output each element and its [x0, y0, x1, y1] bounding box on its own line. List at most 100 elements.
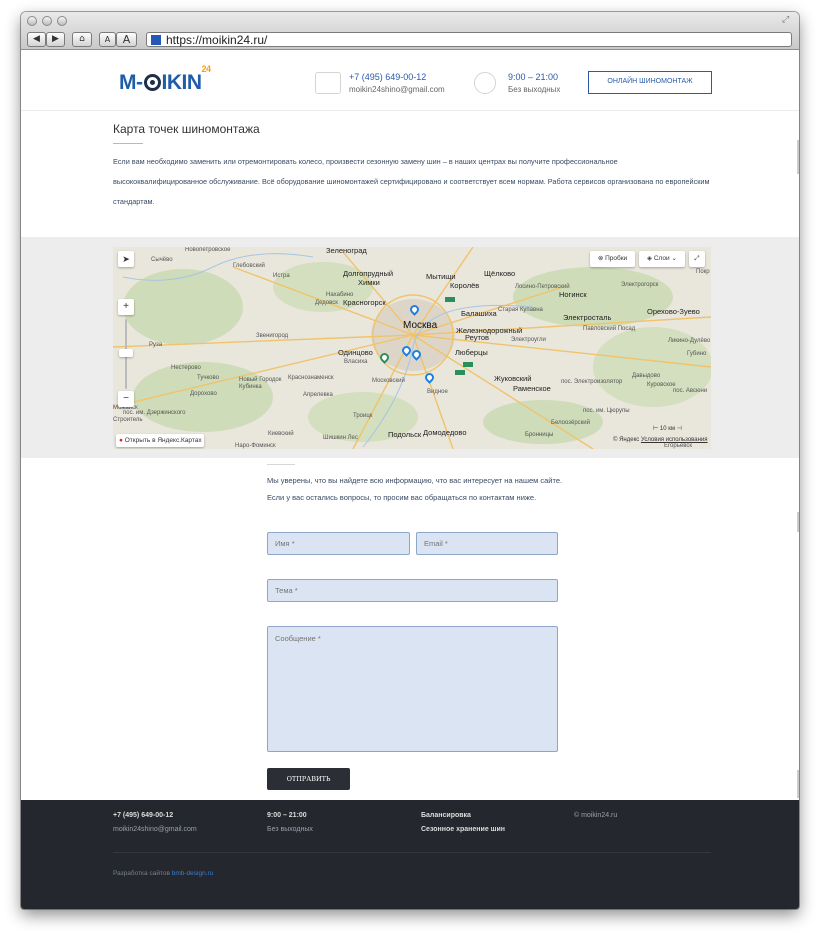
map-label: Балашиха — [461, 309, 497, 318]
map-label: Реутов — [465, 333, 490, 342]
zoom-slider-handle[interactable] — [119, 349, 133, 357]
minimize-window-button[interactable] — [42, 16, 52, 26]
map-label: пос. Электроизолятор — [561, 379, 623, 385]
open-in-yandex-link[interactable]: ● Открыть в Яндекс.Картах — [116, 434, 204, 447]
wheel-icon — [143, 74, 161, 91]
logo-text-right: IKIN — [161, 71, 203, 94]
browser-window: ⤢ ◀ ▶ ⌂ A A https://moikin24.ru/ M- IKIN … — [21, 12, 799, 909]
map-label: Домодедово — [423, 428, 467, 437]
map-label: Дедовск — [315, 300, 338, 306]
developer-link[interactable]: bmb-design.ru — [172, 870, 214, 877]
footer-copyright: © moikin24.ru — [574, 812, 618, 819]
map-label: Строитель — [113, 417, 143, 423]
map-label: Московский — [372, 378, 405, 384]
map-label: Ликино-Дулёво — [668, 338, 711, 344]
map-label: Киевский — [268, 431, 294, 437]
email-input[interactable] — [416, 532, 558, 555]
header-days: Без выходных — [508, 85, 561, 94]
map-scale: ⊢ 10 км ⊣ — [653, 426, 682, 432]
header-email[interactable]: moikin24shino@gmail.com — [349, 85, 445, 94]
open-in-yandex-label: Открыть в Яндекс.Картах — [124, 437, 202, 444]
footer-phone[interactable]: +7 (495) 649-00-12 — [113, 812, 173, 819]
map-terms-link[interactable]: Условия использования — [641, 437, 708, 443]
map-label: Электроугли — [511, 337, 546, 343]
footer-link-balancing[interactable]: Балансировка — [421, 812, 471, 819]
layers-button[interactable]: ◈ Слои ⌄ — [639, 251, 685, 267]
site-header: M- IKIN 24 +7 (495) 649-00-12 moikin24shi… — [21, 51, 799, 111]
map-label: Раменское — [513, 384, 551, 393]
alarm-clock-icon — [474, 72, 496, 94]
zoom-out-icon[interactable]: − — [118, 391, 134, 407]
map-label: Люберцы — [455, 348, 488, 357]
map-label: Губино — [687, 351, 707, 357]
map-label: Егорьевск — [664, 443, 692, 449]
traffic-button[interactable]: ⊗ Пробки — [590, 251, 635, 267]
yandex-map[interactable]: Новопетровское Зеленоград Сычёво Глебовс… — [113, 247, 711, 449]
footer-hours: 9:00 – 21:00 — [267, 812, 307, 819]
footer-email[interactable]: moikin24shino@gmail.com — [113, 826, 197, 833]
map-label: Шишкин Лес — [323, 435, 358, 441]
site-favicon — [151, 35, 161, 45]
map-label: Сычёво — [151, 257, 173, 263]
map-label: Наро-Фоминск — [235, 443, 276, 449]
map-label: Москва — [403, 320, 438, 331]
scrollbar-marker[interactable] — [797, 770, 799, 798]
address-bar[interactable]: https://moikin24.ru/ — [146, 32, 792, 47]
intro-text: Если вам необходимо заменить или отремон… — [113, 157, 710, 206]
form-divider — [267, 464, 295, 465]
map-label: Истра — [273, 273, 290, 279]
message-textarea[interactable] — [267, 626, 558, 752]
footer-link-storage[interactable]: Сезонное хранение шин — [421, 826, 505, 833]
text-larger-button[interactable]: A — [116, 32, 137, 47]
name-input[interactable] — [267, 532, 410, 555]
map-label: Мытищи — [426, 272, 456, 281]
map-label: Ногинск — [559, 290, 587, 299]
map-label: Покр — [696, 269, 710, 275]
text-smaller-button[interactable]: A — [99, 32, 116, 47]
map-label: Бронницы — [525, 432, 554, 438]
footer-credit-prefix: Разработка сайтов — [113, 870, 170, 877]
subject-input[interactable] — [267, 579, 558, 602]
zoom-window-button[interactable] — [57, 16, 67, 26]
scrollbar-marker[interactable] — [797, 140, 799, 174]
url-text[interactable]: https://moikin24.ru/ — [166, 33, 267, 47]
map-label: Звенигород — [256, 333, 289, 339]
submit-button[interactable]: ОТПРАВИТЬ — [267, 768, 350, 790]
site-logo[interactable]: M- IKIN 24 — [119, 64, 211, 95]
map-terrain — [113, 247, 711, 449]
title-divider — [113, 143, 143, 144]
road-sign — [455, 370, 465, 375]
map-label: Тучково — [197, 375, 219, 381]
map-label: Подольск — [388, 430, 422, 439]
logo-text-left: M- — [119, 71, 143, 94]
map-label: Кубинка — [239, 384, 262, 390]
page-title: Карта точек шиномонтажа — [113, 122, 260, 136]
yandex-pin-icon: ● — [119, 437, 123, 444]
forward-arrow-icon[interactable]: ▶ — [46, 32, 65, 47]
map-label: Троицк — [353, 413, 373, 419]
map-label: пос. им. Дзержинского — [123, 410, 186, 416]
traffic-label: Пробки — [605, 255, 628, 262]
footer-days: Без выходных — [267, 826, 313, 833]
header-phone[interactable]: +7 (495) 649-00-12 — [349, 72, 426, 82]
map-label: Давыдово — [632, 373, 661, 379]
chat-icon — [315, 72, 341, 94]
locate-icon[interactable]: ➤ — [118, 251, 134, 267]
map-label: Красногорск — [343, 298, 386, 307]
road-sign — [445, 297, 455, 302]
map-label: Апрелевка — [303, 392, 333, 398]
fullscreen-icon[interactable]: ⤢ — [689, 251, 705, 267]
back-arrow-icon[interactable]: ◀ — [27, 32, 46, 47]
online-booking-button[interactable]: ОНЛАЙН ШИНОМОНТАЖ — [588, 71, 712, 94]
home-icon[interactable]: ⌂ — [72, 32, 92, 47]
zoom-in-icon[interactable]: + — [118, 299, 134, 315]
close-window-button[interactable] — [27, 16, 37, 26]
map-label: Одинцово — [338, 348, 373, 357]
map-label: Руза — [149, 342, 163, 348]
scrollbar-marker[interactable] — [797, 512, 799, 532]
map-label: Новопетровское — [185, 247, 231, 253]
resize-icon[interactable]: ⤢ — [782, 15, 793, 26]
map-label: Власиха — [344, 359, 368, 365]
road-sign — [463, 362, 473, 367]
map-label: Нестерово — [171, 365, 201, 371]
